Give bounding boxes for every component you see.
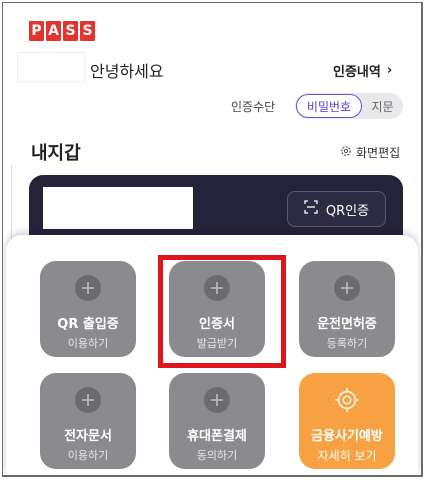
app-frame: P A S S 안녕하세요 인증내역 › 인증수단 비밀번호 지문 내지갑 화면…	[2, 2, 423, 477]
tile-label: 운전면허증	[317, 317, 377, 332]
plus-icon	[204, 387, 230, 413]
wallet-title: 내지갑	[31, 143, 81, 164]
tile-sublabel: 발급받기	[196, 337, 238, 350]
tile-e-document[interactable]: 전자문서 이용하기	[40, 373, 136, 469]
qr-auth-label: QR인증	[325, 203, 370, 219]
edit-screen-label: 화면편집	[356, 146, 401, 160]
qr-auth-button[interactable]: QR인증	[287, 191, 386, 227]
tile-sublabel: 동의하기	[196, 449, 238, 462]
logo-letter: A	[46, 21, 61, 41]
gear-icon	[340, 145, 352, 160]
auth-method-label: 인증수단	[231, 100, 276, 114]
tile-sublabel: 자세히 보기	[317, 449, 377, 463]
logo-letter: P	[29, 21, 44, 41]
tile-label: 금융사기예방	[311, 429, 383, 444]
edit-screen-button[interactable]: 화면편집	[340, 144, 400, 161]
auth-option-fingerprint[interactable]: 지문	[362, 98, 403, 115]
plus-icon	[75, 275, 101, 301]
logo-letter: S	[80, 21, 95, 41]
auth-method-toggle[interactable]: 비밀번호 지문	[295, 93, 403, 119]
tile-drivers-license[interactable]: 운전면허증 등록하기	[299, 261, 395, 357]
qr-scan-icon	[304, 200, 318, 218]
auth-history-link[interactable]: 인증내역 ›	[333, 61, 392, 80]
tile-phone-payment[interactable]: 휴대폰결제 동의하기	[169, 373, 265, 469]
plus-icon	[75, 387, 101, 413]
auth-history-label: 인증내역	[333, 65, 381, 80]
tile-sublabel: 등록하기	[326, 337, 368, 350]
chevron-right-icon: ›	[386, 63, 393, 78]
bottom-sheet: QR 출입증 이용하기 인증서 발급받기 운전면허증 등록하기 전자문서 이용하…	[6, 235, 418, 475]
pass-logo: P A S S	[29, 21, 95, 41]
tile-fraud-prevention[interactable]: 금융사기예방 자세히 보기	[299, 373, 395, 469]
tile-label: 전자문서	[64, 429, 112, 444]
tile-label: 인증서	[199, 317, 235, 332]
auth-option-password[interactable]: 비밀번호	[296, 94, 362, 118]
tile-sublabel: 이용하기	[67, 337, 109, 350]
user-name-redaction	[17, 52, 85, 82]
tile-label: 휴대폰결제	[187, 429, 247, 444]
plus-icon	[204, 275, 230, 301]
card-redaction	[43, 187, 193, 229]
target-icon	[334, 387, 360, 413]
tile-qr-pass[interactable]: QR 출입증 이용하기	[40, 261, 136, 357]
logo-letter: S	[63, 21, 78, 41]
tile-label: QR 출입증	[57, 317, 119, 332]
tile-certificate[interactable]: 인증서 발급받기	[169, 261, 265, 357]
plus-icon	[334, 275, 360, 301]
greeting-text: 안녕하세요	[90, 62, 164, 81]
tile-sublabel: 이용하기	[67, 449, 109, 462]
